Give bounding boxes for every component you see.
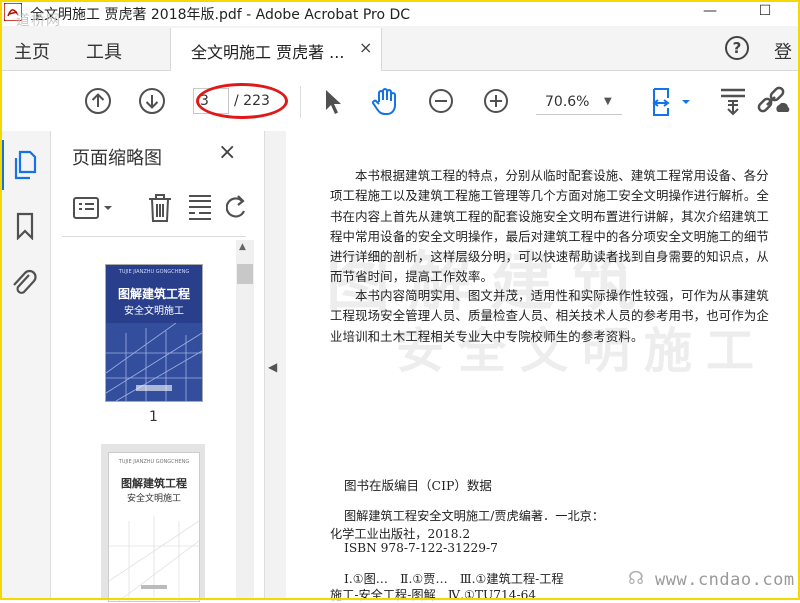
- screenshot-frame: [0, 0, 800, 600]
